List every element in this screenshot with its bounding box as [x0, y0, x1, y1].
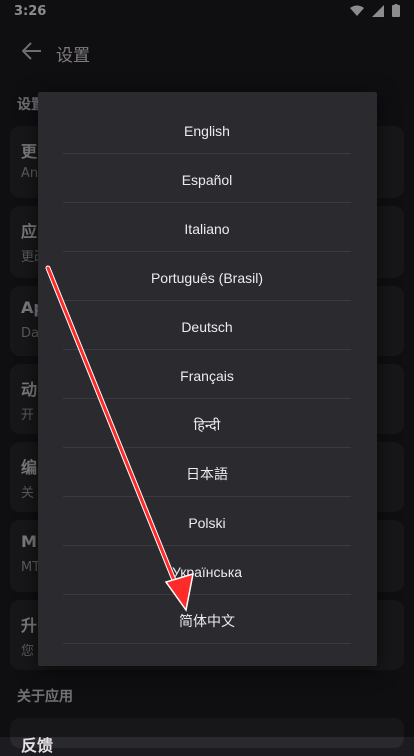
annotation-arrow-icon: [45, 265, 194, 612]
